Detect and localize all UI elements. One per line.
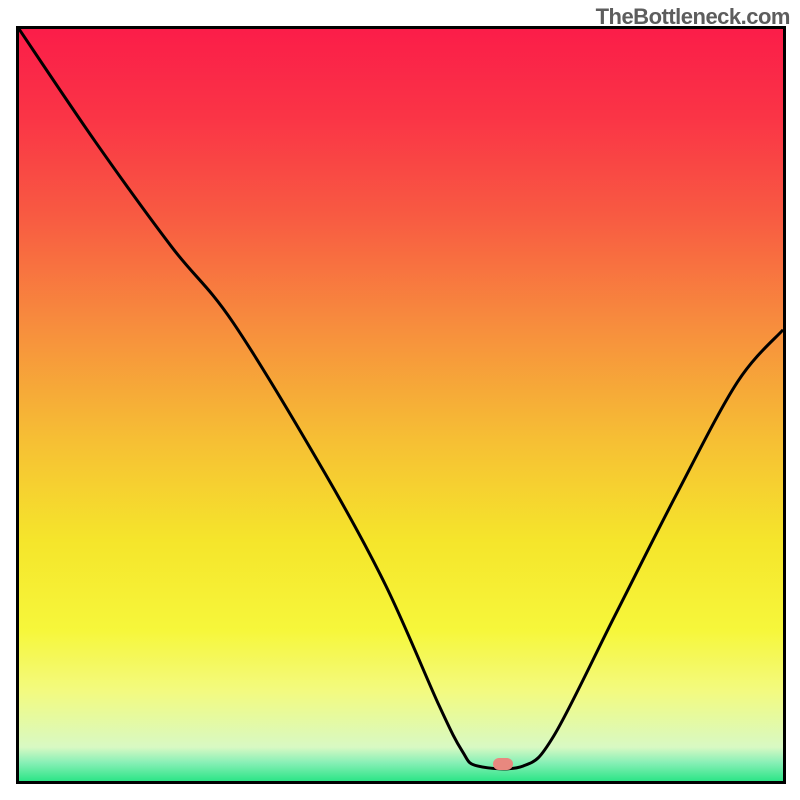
plot-area xyxy=(16,26,786,784)
optimal-point-marker xyxy=(493,758,513,770)
bottleneck-curve xyxy=(19,29,783,781)
